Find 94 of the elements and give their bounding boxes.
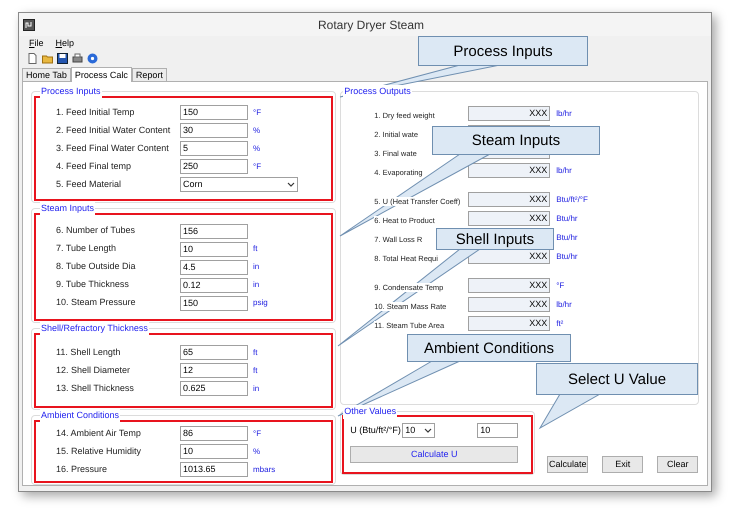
unit-label: Btu/hr [556,232,578,244]
field-label: 16. Pressure [55,462,108,476]
file-icon[interactable] [27,53,38,64]
input-field[interactable]: 30 [180,123,248,138]
tab[interactable]: Process Calc [70,67,132,82]
input-field[interactable]: 0.12 [180,278,248,293]
callout-text: Select U Value [568,372,666,386]
input-field[interactable]: XXX [468,163,550,178]
field-label: 6. Number of Tubes [55,224,136,238]
unit-label: ft [253,243,258,256]
unit-label: °F [253,160,262,173]
field-label: 4. Feed Final temp [55,160,132,173]
chevron-down-icon [287,182,295,188]
unit-label: ft [253,364,258,377]
field-label: 3. Feed Final Water Content [55,142,170,155]
field-label: 10. Steam Pressure [55,296,137,310]
save-icon[interactable] [57,53,68,64]
input-field[interactable]: 10 [180,242,248,257]
action-button[interactable]: Clear [657,456,698,474]
chevron-down-icon [424,428,432,434]
input-field[interactable]: 0.625 [180,381,248,396]
field-label: 1. Feed Initial Temp [55,106,136,119]
group-title: Ambient Conditions [40,409,120,423]
unit-label: Btu/hr [556,250,578,263]
input-field[interactable]: XXX [468,192,550,208]
printer-icon[interactable] [72,53,83,64]
field-label: 15. Relative Humidity [55,444,142,458]
folder-icon[interactable] [42,53,53,64]
dropdown[interactable]: Corn [180,177,298,192]
unit-label: lb/hr [556,298,572,311]
input-field[interactable]: 250 [180,159,248,174]
input-field[interactable]: 5 [180,141,248,156]
input-field[interactable]: 65 [180,345,248,360]
unit-label: Btu/ft²/°F [556,194,588,206]
unit-label: mbars [253,464,276,476]
input-field[interactable]: XXX [468,278,550,294]
tab[interactable]: Home Tab [22,68,71,82]
window-title: Rotary Dryer Steam [316,16,426,34]
input-field[interactable]: 150 [180,296,248,311]
group-title: Steam Inputs [40,202,96,216]
group-title: Process Inputs [40,85,102,99]
input-field[interactable]: 156 [180,224,248,239]
tab[interactable]: Report [132,68,167,82]
callout-text: Shell Inputs [456,232,534,246]
field-label: 14. Ambient Air Temp [55,426,142,440]
field-label: 13. Shell Thickness [55,382,135,395]
unit-label: % [253,142,260,155]
unit-label: Btu/hr [556,212,578,225]
field-label: 12. Shell Diameter [55,364,132,377]
field-label: 8. Tube Outside Dia [55,260,137,274]
group-title: Shell/Refractory Thickness [40,322,149,336]
unit-label: °F [253,106,262,119]
action-button[interactable]: Calculate [547,456,588,474]
group-title: Process Outputs [343,85,412,99]
input-field[interactable]: 10 [477,423,518,438]
unit-label: % [253,446,260,458]
calculate-u-button[interactable]: Calculate U [350,446,518,464]
input-field[interactable]: XXX [468,316,550,332]
input-field[interactable]: 86 [180,426,248,442]
menu-item[interactable]: File [29,36,44,50]
callout-text: Steam Inputs [472,133,560,148]
input-field[interactable]: 4.5 [180,260,248,275]
callout-text: Ambient Conditions [424,340,554,356]
input-field[interactable]: XXX [468,297,550,312]
input-field[interactable]: 10 [180,444,248,460]
unit-label: lb/hr [556,108,572,120]
menu-item[interactable]: Help [56,36,74,50]
action-button[interactable]: Exit [602,456,644,474]
unit-label: % [253,124,260,137]
unit-label: in [253,382,260,395]
input-field[interactable]: 150 [180,105,248,120]
field-label: 9. Tube Thickness [55,278,130,292]
unit-label: in [253,279,260,292]
unit-label: °F [556,280,564,292]
help-icon[interactable] [87,53,98,64]
unit-label: lb/hr [556,164,572,177]
input-field[interactable]: 1013.65 [180,462,248,478]
unit-label: psig [253,297,268,310]
field-label: U (Btu/ft²/°F) [350,424,402,437]
unit-label: °F [253,428,262,440]
input-field[interactable]: 12 [180,363,248,378]
unit-label: in [253,261,260,274]
input-field[interactable]: XXX [468,106,550,122]
field-label: 5. Feed Material [55,178,122,191]
dropdown[interactable]: 10 [402,423,436,438]
app-icon [23,18,35,31]
input-field[interactable]: XXX [468,211,550,226]
field-label: 11. Shell Length [55,346,122,359]
field-label: 7. Tube Length [55,242,118,256]
group-title: Other Values [343,405,398,419]
unit-label: ft [253,346,258,359]
field-label: 2. Feed Initial Water Content [55,124,172,137]
callout-text: Process Inputs [453,44,553,58]
unit-label: ft² [556,318,564,330]
